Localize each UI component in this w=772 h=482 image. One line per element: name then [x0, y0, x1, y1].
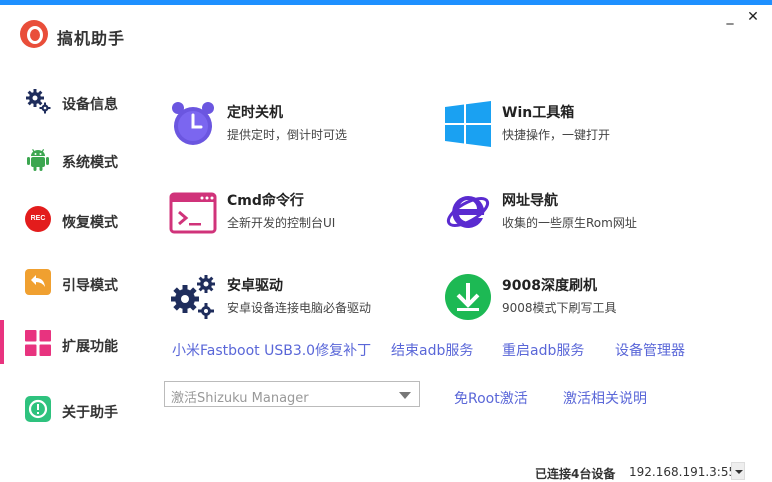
sidebar-item-label: 引导模式 — [62, 278, 118, 294]
activation-help-link[interactable]: 激活相关说明 — [563, 388, 647, 408]
shizuku-select-value: 激活Shizuku Manager — [171, 391, 309, 406]
restart-adb-server-link[interactable]: 重启adb服务 — [502, 340, 584, 360]
sidebar-item-label: 关于助手 — [62, 405, 118, 421]
sidebar-item-recovery-mode[interactable]: REC 恢复模式 — [0, 196, 140, 246]
kill-adb-server-link[interactable]: 结束adb服务 — [391, 340, 473, 360]
grid-icon — [25, 330, 51, 356]
tile-9008-flash[interactable]: 9008深度刷机 9008模式下刷写工具 — [444, 273, 704, 329]
tile-title: 网址导航 — [502, 193, 558, 209]
tile-title: 9008深度刷机 — [502, 278, 597, 294]
tile-title: Cmd命令行 — [227, 193, 304, 209]
sidebar-item-device-info[interactable]: 设备信息 — [0, 78, 140, 128]
terminal-icon — [169, 192, 217, 234]
mi-fastboot-usb3-fix-link[interactable]: 小米Fastboot USB3.0修复补丁 — [172, 340, 371, 360]
sidebar-item-label: 系统模式 — [62, 155, 118, 171]
download-icon — [445, 274, 491, 320]
windows-icon — [445, 101, 491, 147]
sidebar-item-extensions[interactable]: 扩展功能 — [0, 320, 140, 370]
android-icon — [27, 148, 49, 171]
driver-gears-icon — [171, 275, 215, 319]
window-top-border — [0, 0, 772, 5]
tile-title: Win工具箱 — [502, 105, 575, 121]
connection-status: 已连接4台设备 — [535, 467, 616, 481]
tile-description: 全新开发的控制台UI — [227, 216, 336, 230]
tile-android-driver[interactable]: 安卓驱动 安卓设备连接电脑必备驱动 — [169, 273, 429, 329]
ie-browser-icon — [446, 195, 490, 228]
device-manager-link[interactable]: 设备管理器 — [615, 340, 685, 360]
tile-description: 提供定时，倒计时可选 — [227, 128, 348, 142]
shizuku-select[interactable]: 激活Shizuku Manager — [164, 381, 420, 407]
app-title: 搞机助手 — [57, 29, 126, 48]
sidebar-item-label: 设备信息 — [62, 97, 118, 113]
tile-description: 安卓设备连接电脑必备驱动 — [227, 301, 372, 315]
tile-title: 安卓驱动 — [227, 278, 283, 294]
sidebar-item-about[interactable]: 关于助手 — [0, 386, 140, 436]
rec-icon: REC — [25, 206, 51, 232]
tile-scheduled-shutdown[interactable]: 定时关机 提供定时，倒计时可选 — [169, 100, 429, 156]
info-icon — [25, 396, 51, 422]
sidebar-item-label: 恢复模式 — [62, 215, 118, 231]
sidebar-item-label: 扩展功能 — [62, 339, 118, 355]
minimize-button[interactable]: _ — [722, 10, 738, 24]
tile-description: 9008模式下刷写工具 — [502, 301, 617, 315]
active-indicator — [0, 320, 4, 364]
tile-description: 快捷操作，一键打开 — [502, 128, 611, 142]
noroot-activate-link[interactable]: 免Root激活 — [454, 388, 528, 408]
alarm-clock-icon — [172, 102, 214, 145]
close-button[interactable]: ✕ — [745, 10, 761, 24]
tile-cmd[interactable]: Cmd命令行 全新开发的控制台UI — [169, 188, 429, 244]
tile-win-toolbox[interactable]: Win工具箱 快捷操作，一键打开 — [444, 100, 704, 156]
chevron-down-icon — [399, 392, 411, 399]
app-logo-icon — [20, 20, 48, 48]
device-ip: 192.168.191.3:55 — [629, 465, 737, 479]
sidebar-item-system-mode[interactable]: 系统模式 — [0, 136, 140, 186]
back-arrow-icon — [25, 269, 51, 295]
gears-icon — [26, 89, 51, 114]
sidebar-item-bootloader-mode[interactable]: 引导模式 — [0, 259, 140, 309]
tile-title: 定时关机 — [227, 105, 283, 121]
tile-url-navigation[interactable]: 网址导航 收集的一些原生Rom网址 — [444, 188, 704, 244]
tile-description: 收集的一些原生Rom网址 — [502, 216, 637, 230]
device-dropdown-button[interactable] — [731, 462, 745, 480]
